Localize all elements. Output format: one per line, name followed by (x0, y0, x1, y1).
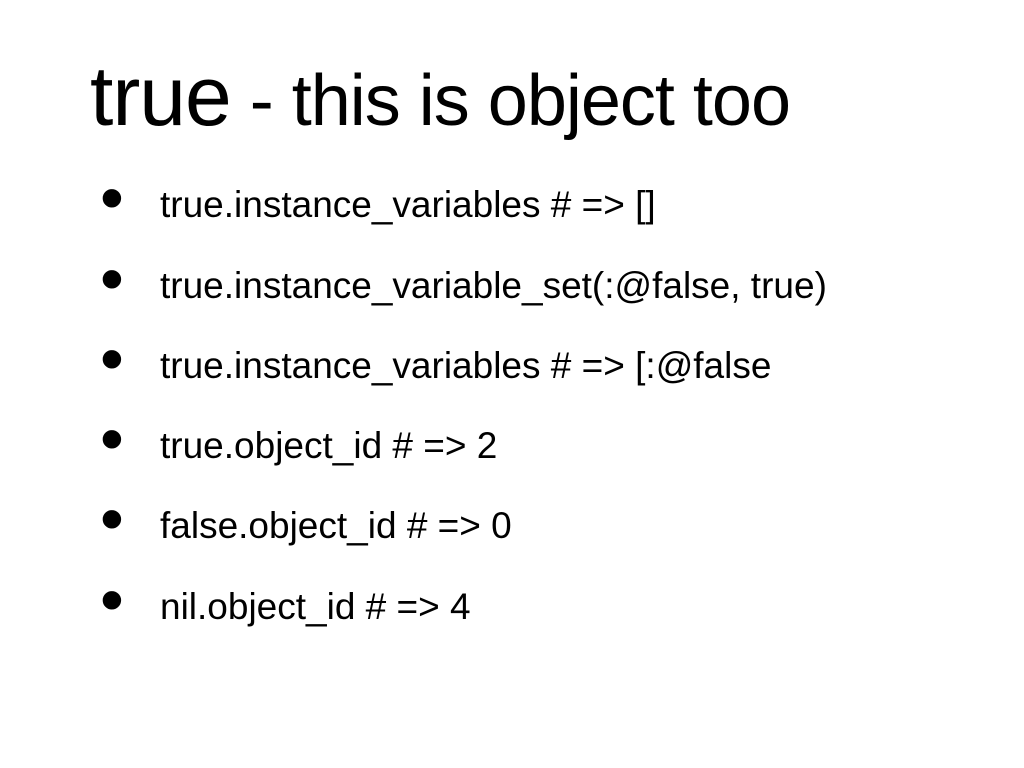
bullet-list: true.instance_variables # => [] true.ins… (90, 182, 934, 630)
title-code: true (90, 49, 231, 143)
slide: true - this is object too true.instance_… (0, 0, 1024, 768)
title-rest: - this is object too (231, 61, 790, 141)
list-item: true.instance_variables # => [:@false (90, 343, 934, 389)
list-item: true.object_id # => 2 (90, 423, 934, 469)
list-item: true.instance_variables # => [] (90, 182, 934, 228)
list-item: nil.object_id # => 4 (90, 584, 934, 630)
slide-title: true - this is object too (90, 50, 934, 142)
list-item: false.object_id # => 0 (90, 503, 934, 549)
list-item: true.instance_variable_set(:@false, true… (90, 263, 934, 309)
